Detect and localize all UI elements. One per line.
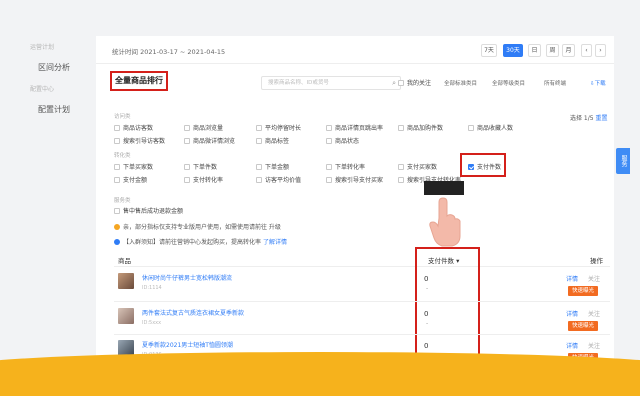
search-placeholder: 搜索商品名称、ID或货号	[268, 80, 329, 86]
range-day-button[interactable]: 日	[528, 44, 541, 57]
metric-checkbox[interactable]: 商品收藏人数	[468, 123, 513, 132]
my-follow-checkbox[interactable]: 我的关注	[398, 78, 431, 87]
stat-period: 统计时间 2021-03-17 ~ 2021-04-15	[112, 48, 226, 56]
product-name-link[interactable]: 夏季新款2021男士短袖T恤圆领潮	[142, 340, 233, 349]
column-product: 商品	[118, 257, 131, 265]
metric-checkbox[interactable]: 商品状态	[326, 136, 359, 145]
sidebar-item-range-analysis[interactable]: 区间分析	[38, 62, 70, 73]
prev-period-button[interactable]: ‹	[581, 44, 592, 57]
quick-exposure-button[interactable]: 快速曝光	[568, 321, 598, 331]
range-month-button[interactable]: 月	[562, 44, 575, 57]
metric-checkbox[interactable]: 搜索引导访客数	[114, 136, 165, 145]
sidebar-group-config: 配置中心	[30, 86, 55, 93]
category-select-1[interactable]: 全部标准类目	[444, 79, 477, 87]
header-divider	[114, 266, 610, 267]
selection-info: 选择 1/5 重置	[570, 113, 608, 122]
metric-checkbox[interactable]: 平均停留时长	[256, 123, 301, 132]
metric-checkbox[interactable]: 商品标签	[256, 136, 289, 145]
detail-link[interactable]: 详情	[566, 274, 578, 283]
sidebar-group-faded: 运营计划	[30, 44, 55, 51]
footer-wave	[0, 352, 640, 396]
row-divider	[114, 301, 610, 302]
search-icon[interactable]: ⌕	[392, 77, 396, 89]
upgrade-tip: 亲，部分指标仅支持专业版用户使用，如需使用请前往 升级	[114, 222, 281, 231]
flow-section-label: 访问类	[114, 114, 131, 120]
sidebar-item-config-plan[interactable]: 配置计划	[38, 104, 70, 115]
paid-items-change: -	[426, 320, 429, 327]
table-row: 两件套法式复古气质连衣裙女夏季新款 ID:5xxx 0 - 详情 关注 快速曝光	[118, 306, 608, 336]
paid-items-value: 0	[424, 342, 429, 350]
redacted-overlay	[424, 181, 464, 195]
paid-items-value: 0	[424, 275, 429, 283]
metric-checkbox[interactable]: 商品微详情浏览	[184, 136, 235, 145]
paid-items-value: 0	[424, 310, 429, 318]
product-name-link[interactable]: 休闲时尚牛仔裤男士宽松韩版潮流	[142, 273, 232, 282]
sidebar: 运营计划 区间分析 配置中心 配置计划	[0, 0, 86, 396]
metric-checkbox[interactable]: 下单买家数	[114, 162, 153, 171]
detail-link[interactable]: 详情	[566, 309, 578, 318]
metric-checkbox[interactable]: 商品加购件数	[398, 123, 443, 132]
terminal-select[interactable]: 所有终端	[544, 79, 566, 87]
selection-count: 选择 1/5	[570, 115, 594, 122]
table-row: 休闲时尚牛仔裤男士宽松韩版潮流 ID:1114 0 - 详情 关注 快速曝光	[118, 271, 608, 301]
follow-link[interactable]: 关注	[588, 341, 600, 350]
highlight-paid-checkbox	[460, 153, 506, 177]
product-id: ID:5xxx	[142, 320, 162, 326]
product-id: ID:1114	[142, 285, 162, 291]
category-select-2[interactable]: 全部等级类目	[492, 79, 525, 87]
range-7d-button[interactable]: 7天	[481, 44, 497, 57]
paid-items-change: -	[426, 285, 429, 292]
metric-checkbox[interactable]: 售中售后成功退款金额	[114, 206, 183, 215]
metric-checkbox[interactable]: 商品浏览量	[184, 123, 223, 132]
product-name-link[interactable]: 两件套法式复古气质连衣裙女夏季新款	[142, 308, 244, 317]
metric-checkbox[interactable]: 搜索引导支付买家	[326, 175, 383, 184]
service-tab[interactable]: 服务	[616, 148, 630, 174]
row-divider	[114, 334, 610, 335]
product-thumbnail	[118, 273, 134, 289]
service-section-label: 服务类	[114, 198, 131, 204]
range-30d-button[interactable]: 30天	[503, 44, 523, 57]
quick-exposure-button[interactable]: 快速曝光	[568, 286, 598, 296]
pointer-hand-icon	[429, 197, 461, 247]
date-bar: 统计时间 2021-03-17 ~ 2021-04-15 7天 30天 日 周 …	[96, 36, 614, 64]
metric-checkbox[interactable]: 商品详情页跳出率	[326, 123, 383, 132]
metric-checkbox[interactable]: 支付买家数	[398, 162, 437, 171]
metric-checkbox[interactable]: 下单转化率	[326, 162, 365, 171]
product-search-input[interactable]: 搜索商品名称、ID或货号 ⌕	[261, 76, 401, 90]
conversion-section-label: 转化类	[114, 153, 131, 159]
next-period-button[interactable]: ›	[595, 44, 606, 57]
download-button[interactable]: ⇩下载	[590, 79, 606, 87]
metric-checkbox[interactable]: 下单件数	[184, 162, 217, 171]
reset-link[interactable]: 重置	[596, 115, 608, 122]
info-icon	[114, 239, 120, 245]
learn-more-link[interactable]: 了解详情	[263, 239, 287, 246]
metric-checkbox[interactable]: 商品访客数	[114, 123, 153, 132]
range-week-button[interactable]: 周	[546, 44, 559, 57]
metric-checkbox[interactable]: 下单金额	[256, 162, 289, 171]
metric-checkbox[interactable]: 支付金额	[114, 175, 147, 184]
column-operation: 操作	[590, 257, 603, 265]
detail-link[interactable]: 详情	[566, 341, 578, 350]
metric-checkbox[interactable]: 支付转化率	[184, 175, 223, 184]
product-thumbnail	[118, 308, 134, 324]
metric-checkbox[interactable]: 访客平均价值	[256, 175, 301, 184]
group-tip: 【入群须知】请前往营销中心发起购买，提高转化率 了解详情	[114, 237, 287, 246]
follow-link[interactable]: 关注	[588, 309, 600, 318]
warning-icon	[114, 224, 120, 230]
follow-link[interactable]: 关注	[588, 274, 600, 283]
ranking-title: 全量商品排行	[110, 71, 168, 91]
